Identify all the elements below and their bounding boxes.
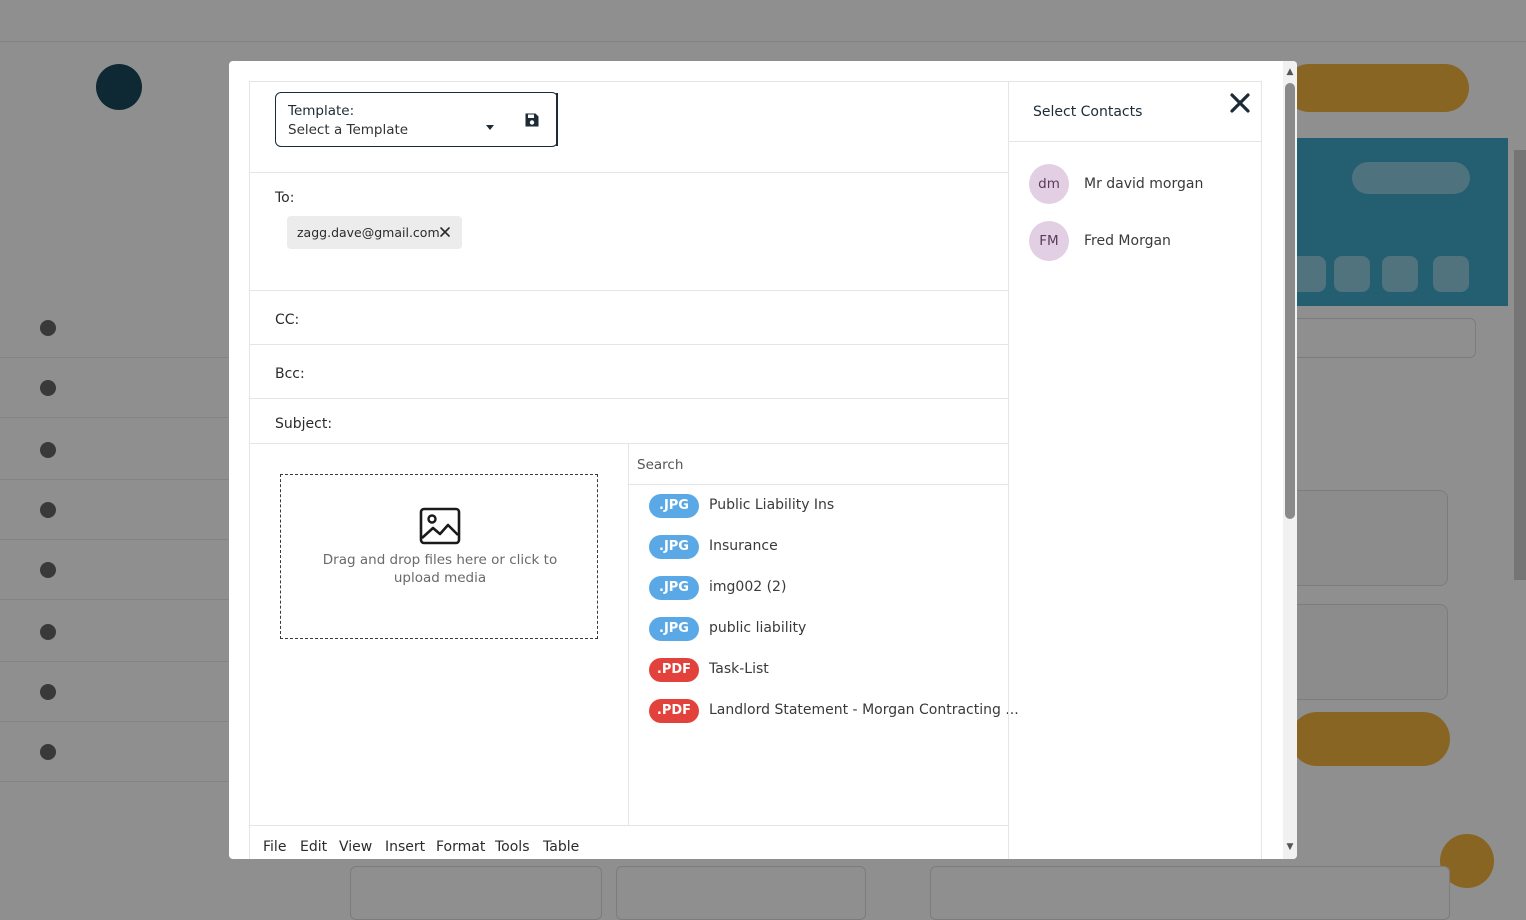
template-label: Template: bbox=[288, 103, 355, 119]
menu-insert[interactable]: Insert bbox=[385, 839, 425, 855]
recipient-chip[interactable]: zagg.dave@gmail.com bbox=[287, 216, 462, 249]
contact-item[interactable]: FM Fred Morgan bbox=[1029, 221, 1249, 261]
recipient-email: zagg.dave@gmail.com bbox=[297, 225, 440, 240]
divider bbox=[250, 398, 1008, 399]
to-label: To: bbox=[275, 190, 295, 206]
divider bbox=[250, 344, 1008, 345]
subject-label[interactable]: Subject: bbox=[275, 416, 332, 432]
media-search-row bbox=[629, 444, 1009, 485]
menu-format[interactable]: Format bbox=[436, 839, 485, 855]
divider bbox=[250, 172, 1008, 173]
template-selector[interactable]: Template: Select a Template bbox=[275, 92, 558, 147]
file-item[interactable]: .JPG Public Liability Ins bbox=[649, 493, 999, 519]
file-name: Insurance bbox=[709, 538, 778, 554]
file-name: Task-List bbox=[709, 661, 769, 677]
scroll-down-icon[interactable]: ▼ bbox=[1285, 842, 1295, 852]
contacts-title: Select Contacts bbox=[1033, 104, 1143, 120]
menu-file[interactable]: File bbox=[263, 839, 286, 855]
file-type-badge: .JPG bbox=[649, 617, 699, 641]
floppy-disk-icon[interactable] bbox=[524, 112, 540, 128]
upload-instructions: Drag and drop files here or click to upl… bbox=[322, 552, 558, 586]
media-search-input[interactable] bbox=[637, 453, 997, 477]
file-name: Landlord Statement - Morgan Contracting … bbox=[709, 702, 1019, 718]
file-type-badge: .PDF bbox=[649, 658, 699, 682]
file-item[interactable]: .JPG Insurance bbox=[649, 534, 999, 560]
contacts-panel: Select Contacts dm Mr david morgan FM Fr… bbox=[1008, 81, 1262, 859]
menu-edit[interactable]: Edit bbox=[300, 839, 327, 855]
contact-name: Fred Morgan bbox=[1084, 233, 1171, 249]
file-type-badge: .JPG bbox=[649, 535, 699, 559]
menu-table[interactable]: Table bbox=[543, 839, 579, 855]
modal-scrollbar-thumb[interactable] bbox=[1285, 83, 1295, 519]
bcc-label[interactable]: Bcc: bbox=[275, 366, 305, 382]
upload-pane: Drag and drop files here or click to upl… bbox=[250, 444, 629, 825]
avatar: dm bbox=[1029, 164, 1069, 204]
media-library: .JPG Public Liability Ins .JPG Insurance… bbox=[629, 444, 1019, 825]
menu-tools[interactable]: Tools bbox=[495, 839, 530, 855]
contact-item[interactable]: dm Mr david morgan bbox=[1029, 164, 1249, 204]
upload-dropzone[interactable]: Drag and drop files here or click to upl… bbox=[280, 474, 598, 639]
close-icon[interactable] bbox=[438, 225, 452, 239]
file-item[interactable]: .JPG img002 (2) bbox=[649, 575, 999, 601]
email-compose-modal: Template: Select a Template To: zagg.dav… bbox=[229, 61, 1297, 859]
file-name: public liability bbox=[709, 620, 807, 636]
editor-menubar: File Edit View Insert Format Tools Table bbox=[250, 825, 1008, 859]
chevron-down-icon[interactable] bbox=[486, 125, 494, 130]
file-type-badge: .PDF bbox=[649, 699, 699, 723]
file-type-badge: .JPG bbox=[649, 576, 699, 600]
template-divider bbox=[556, 93, 558, 146]
file-name: Public Liability Ins bbox=[709, 497, 835, 513]
contact-name: Mr david morgan bbox=[1084, 176, 1204, 192]
file-name: img002 (2) bbox=[709, 579, 787, 595]
close-icon[interactable] bbox=[1229, 92, 1251, 114]
divider bbox=[250, 290, 1008, 291]
avatar: FM bbox=[1029, 221, 1069, 261]
file-item[interactable]: .PDF Landlord Statement - Morgan Contrac… bbox=[649, 698, 1019, 724]
menu-view[interactable]: View bbox=[339, 839, 372, 855]
cc-label[interactable]: CC: bbox=[275, 312, 299, 328]
file-item[interactable]: .PDF Task-List bbox=[649, 657, 999, 683]
scroll-up-icon[interactable]: ▲ bbox=[1285, 67, 1295, 77]
file-item[interactable]: .JPG public liability bbox=[649, 616, 999, 642]
template-value[interactable]: Select a Template bbox=[288, 122, 408, 138]
compose-panel: Template: Select a Template To: zagg.dav… bbox=[249, 81, 1019, 859]
file-type-badge: .JPG bbox=[649, 494, 699, 518]
image-icon bbox=[419, 507, 461, 545]
contacts-header: Select Contacts bbox=[1009, 82, 1261, 142]
